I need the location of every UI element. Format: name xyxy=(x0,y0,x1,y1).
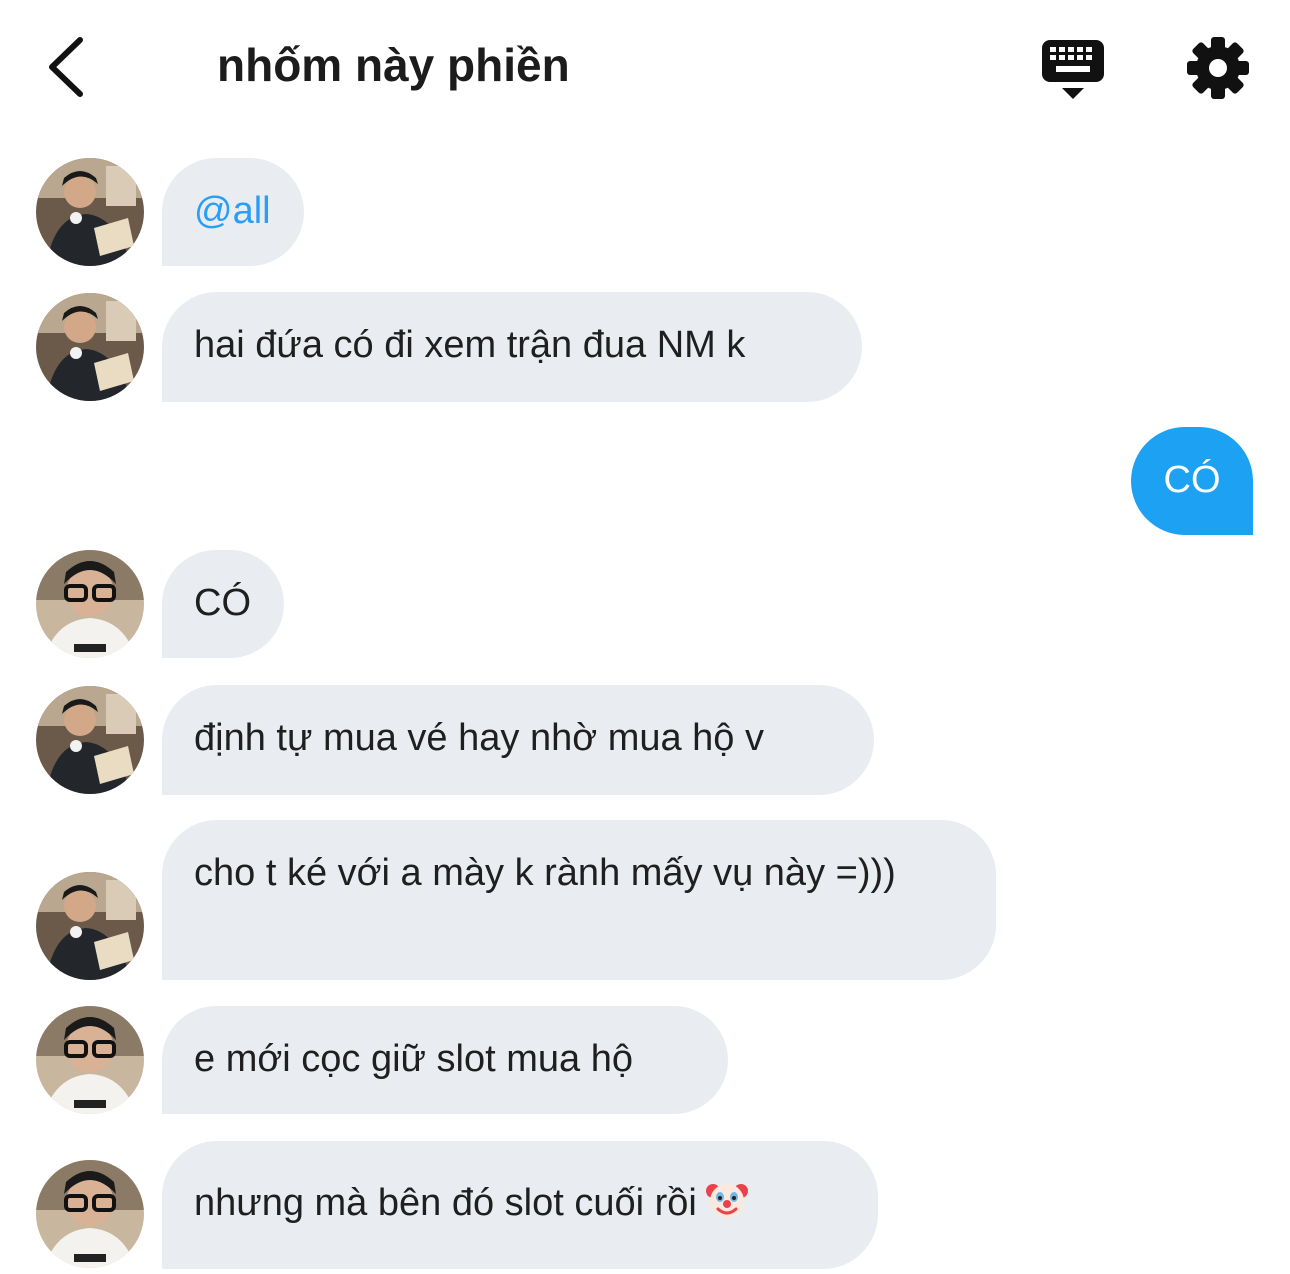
back-button[interactable] xyxy=(38,30,98,104)
chat-header: nhốm này phiền xyxy=(0,0,1290,130)
avatar-user-b[interactable] xyxy=(36,1006,144,1114)
avatar-user-a[interactable] xyxy=(36,686,144,794)
message-bubble[interactable]: định tự mua vé hay nhờ mua hộ v xyxy=(162,685,874,795)
message-bubble[interactable]: CÓ xyxy=(162,550,284,658)
message-text: nhưng mà bên đó slot cuối rồi xyxy=(194,1182,697,1224)
message-bubble[interactable]: hai đứa có đi xem trận đua NM k xyxy=(162,292,862,402)
chat-screen: nhốm này phiền @all hai đứa có đi xem tr… xyxy=(0,0,1290,1274)
avatar-user-b[interactable] xyxy=(36,550,144,658)
sent-message-bubble[interactable]: CÓ xyxy=(1131,427,1253,535)
avatar-user-a[interactable] xyxy=(36,293,144,401)
keyboard-icon xyxy=(1042,40,1104,99)
chat-title: nhốm này phiền xyxy=(217,39,570,91)
avatar-user-a[interactable] xyxy=(36,158,144,266)
avatar-user-b[interactable] xyxy=(36,1160,144,1268)
message-bubble[interactable]: cho t ké với a mày k rành mấy vụ này =))… xyxy=(162,820,996,980)
settings-button[interactable] xyxy=(1186,36,1250,100)
message-bubble[interactable]: e mới cọc giữ slot mua hộ xyxy=(162,1006,728,1114)
clown-face-icon xyxy=(705,1177,749,1235)
keyboard-toggle-button[interactable] xyxy=(1040,38,1106,102)
gear-icon xyxy=(1187,37,1249,99)
chevron-left-icon xyxy=(49,37,83,97)
avatar-user-a[interactable] xyxy=(36,872,144,980)
message-bubble[interactable]: nhưng mà bên đó slot cuối rồi xyxy=(162,1141,878,1269)
message-bubble[interactable]: @all xyxy=(162,158,304,266)
